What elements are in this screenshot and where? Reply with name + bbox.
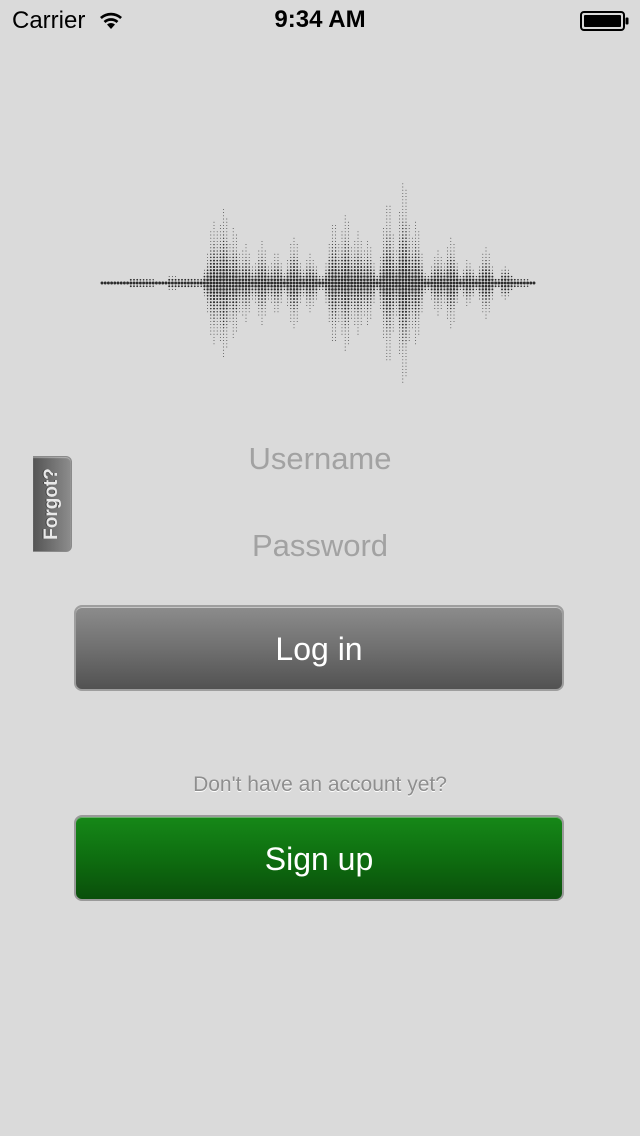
status-bar: Carrier 9:34 AM [0,0,640,40]
username-input[interactable] [120,434,520,484]
forgot-tab-label: Forgot? [41,468,62,540]
forgot-password-tab[interactable]: Forgot? [33,456,72,552]
password-input[interactable] [120,521,520,571]
battery-icon [580,11,629,31]
signup-button[interactable]: Sign up [74,815,564,901]
login-button[interactable]: Log in [74,605,564,691]
status-time: 9:34 AM [274,6,366,33]
no-account-prompt: Don't have an account yet? [193,773,447,796]
waveform-icon [100,183,536,383]
